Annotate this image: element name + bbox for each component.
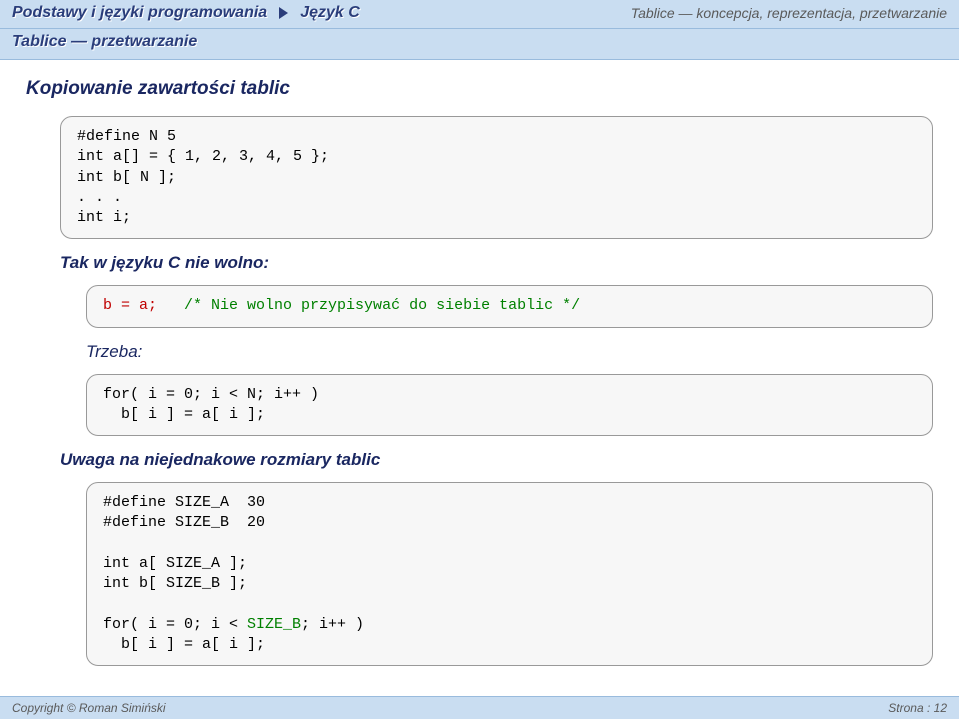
code-comment: /* Nie wolno przypisywać do siebie tabli… bbox=[184, 297, 580, 314]
content-area: Kopiowanie zawartości tablic #define N 5… bbox=[0, 60, 959, 690]
code-size-b: SIZE_B bbox=[247, 616, 301, 633]
header-bar: Podstawy i języki programowania Język C … bbox=[0, 0, 959, 29]
footer-bar: Copyright © Roman Simiński Strona : 12 bbox=[0, 696, 959, 719]
subtitle-2: Trzeba: bbox=[86, 342, 933, 362]
code-line: b[ i ] = a[ i ]; bbox=[103, 636, 265, 653]
code-line: int b[ N ]; bbox=[77, 169, 176, 186]
code-block-4: #define SIZE_A 30 #define SIZE_B 20 int … bbox=[86, 482, 933, 666]
code-red: b = a; bbox=[103, 297, 157, 314]
code-line: #define N 5 bbox=[77, 128, 176, 145]
subheader-bar: Tablice — przetwarzanie bbox=[0, 29, 959, 60]
code-block-1: #define N 5 int a[] = { 1, 2, 3, 4, 5 };… bbox=[60, 116, 933, 239]
breadcrumb: Podstawy i języki programowania Język C bbox=[12, 4, 360, 22]
footer-page: Strona : 12 bbox=[888, 701, 947, 715]
page-title: Kopiowanie zawartości tablic bbox=[26, 78, 933, 100]
code-line: int a[ SIZE_A ]; bbox=[103, 555, 247, 572]
breadcrumb-part2: Język C bbox=[300, 4, 360, 22]
breadcrumb-part1: Podstawy i języki programowania bbox=[12, 4, 267, 22]
code-block-2: b = a; /* Nie wolno przypisywać do siebi… bbox=[86, 285, 933, 327]
subtitle-3: Uwaga na niejednakowe rozmiary tablic bbox=[60, 450, 933, 470]
code-line: int a[] = { 1, 2, 3, 4, 5 }; bbox=[77, 148, 329, 165]
code-line: ; i++ ) bbox=[301, 616, 364, 633]
code-block-3: for( i = 0; i < N; i++ ) b[ i ] = a[ i ]… bbox=[86, 374, 933, 437]
header-topic: Tablice — koncepcja, reprezentacja, prze… bbox=[631, 5, 947, 21]
subtitle-1: Tak w języku C nie wolno: bbox=[60, 253, 933, 273]
code-line: int i; bbox=[77, 209, 131, 226]
code-line: int b[ SIZE_B ]; bbox=[103, 575, 247, 592]
breadcrumb-sep-icon bbox=[279, 7, 288, 19]
code-line: #define SIZE_B 20 bbox=[103, 514, 265, 531]
code-line: b[ i ] = a[ i ]; bbox=[103, 406, 265, 423]
footer-copyright: Copyright © Roman Simiński bbox=[12, 701, 166, 715]
code-line: for( i = 0; i < N; i++ ) bbox=[103, 386, 319, 403]
code-line: #define SIZE_A 30 bbox=[103, 494, 265, 511]
subheader-title: Tablice — przetwarzanie bbox=[12, 33, 197, 50]
code-line: for( i = 0; i < bbox=[103, 616, 247, 633]
code-line: . . . bbox=[77, 189, 122, 206]
